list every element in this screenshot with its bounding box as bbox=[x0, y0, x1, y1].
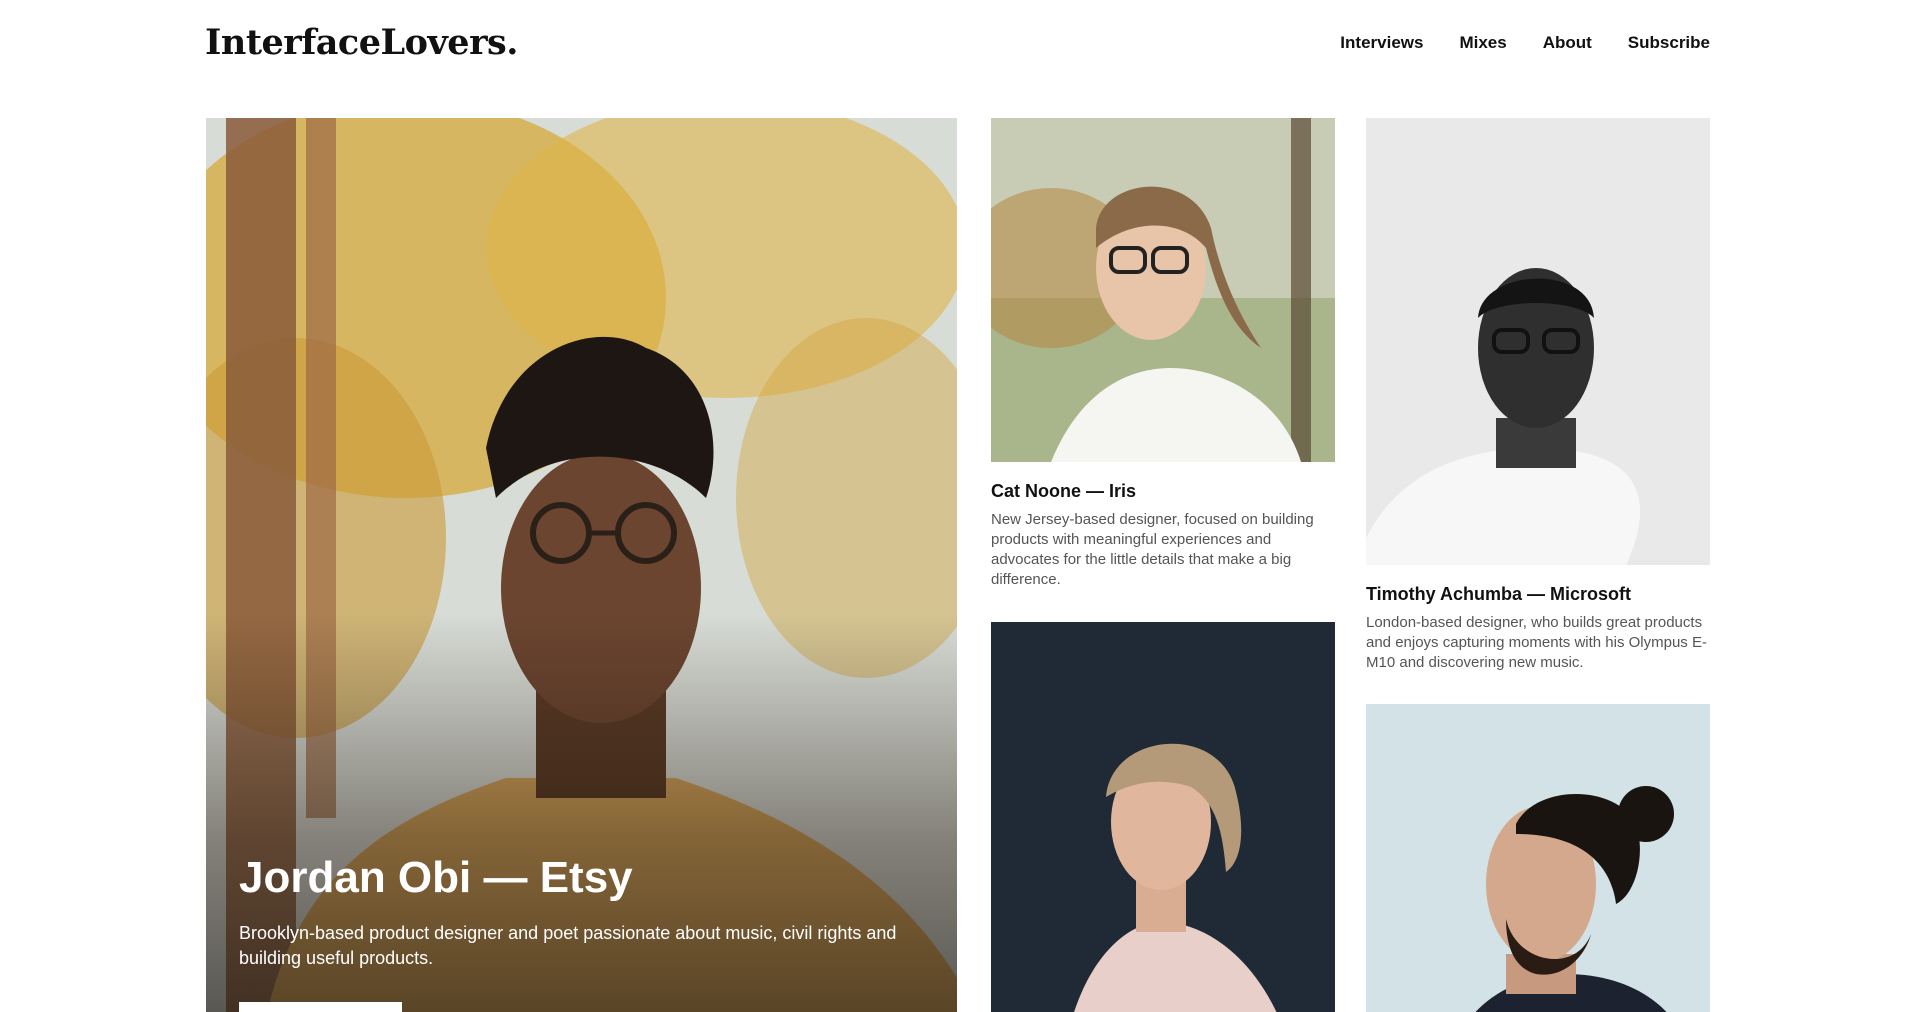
card-description: New Jersey-based designer, focused on bu… bbox=[991, 511, 1314, 588]
featured-read-button[interactable] bbox=[239, 1002, 402, 1012]
interview-card-4[interactable] bbox=[1366, 704, 1710, 1012]
interview-card-timothy-achumba[interactable]: Timothy Achumba — Microsoft London-based… bbox=[1366, 118, 1710, 673]
main-nav: Interviews Mixes About Subscribe bbox=[1340, 33, 1710, 53]
site-logo[interactable]: InterfaceLovers. bbox=[205, 22, 518, 63]
featured-interview-card[interactable]: Jordan Obi — Etsy Brooklyn-based product… bbox=[206, 118, 957, 1012]
interview-card-cat-noone[interactable]: Cat Noone — Iris New Jersey-based design… bbox=[991, 118, 1335, 590]
portrait-photo-4 bbox=[1366, 704, 1710, 1012]
timothy-achumba-photo bbox=[1366, 118, 1710, 565]
card-title[interactable]: Timothy Achumba — Microsoft bbox=[1366, 584, 1710, 605]
featured-title[interactable]: Jordan Obi — Etsy bbox=[239, 853, 633, 903]
featured-description: Brooklyn-based product designer and poet… bbox=[239, 923, 897, 968]
nav-about[interactable]: About bbox=[1543, 33, 1592, 53]
portrait-photo-3 bbox=[991, 622, 1335, 1012]
card-description: London-based designer, who builds great … bbox=[1366, 614, 1707, 671]
cat-noone-photo bbox=[991, 118, 1335, 462]
card-title[interactable]: Cat Noone — Iris bbox=[991, 481, 1335, 502]
nav-subscribe[interactable]: Subscribe bbox=[1628, 33, 1710, 53]
nav-interviews[interactable]: Interviews bbox=[1340, 33, 1423, 53]
nav-mixes[interactable]: Mixes bbox=[1459, 33, 1506, 53]
interview-card-3[interactable] bbox=[991, 622, 1335, 1012]
page: InterfaceLovers. Interviews Mixes About … bbox=[0, 0, 1911, 1012]
